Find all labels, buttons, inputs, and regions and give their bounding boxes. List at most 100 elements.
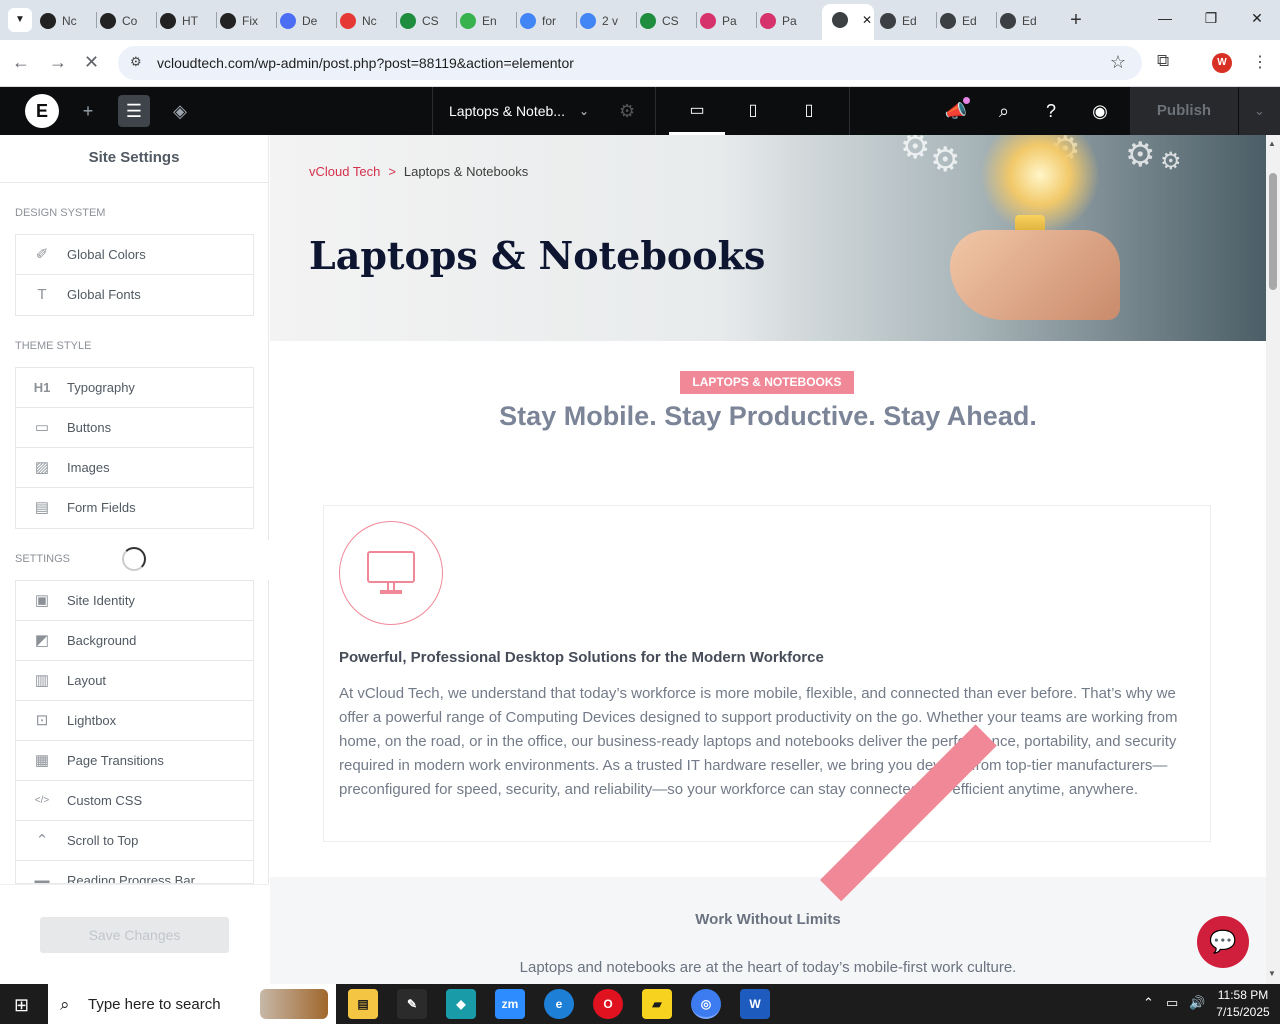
site-info-icon[interactable]: ⚙ <box>130 54 142 70</box>
document-title-dropdown[interactable]: Laptops & Noteb... ⌄ ⚙ <box>432 87 656 135</box>
tab-favicon-icon <box>832 11 848 28</box>
volume-icon[interactable]: 🔊 <box>1189 995 1205 1011</box>
restore-icon[interactable]: ❐ <box>1188 10 1234 27</box>
browser-tab[interactable]: Pa <box>760 8 810 34</box>
browser-tab[interactable]: Fix <box>220 8 270 34</box>
publish-button[interactable]: Publish <box>1130 87 1238 135</box>
bookmark-star-icon[interactable]: ☆ <box>1110 52 1126 73</box>
mobile-view-icon[interactable]: ▯ <box>781 87 837 135</box>
browser-tab[interactable]: CS <box>400 8 450 34</box>
address-bar[interactable]: ⚙ vcloudtech.com/wp-admin/post.php?post=… <box>118 46 1142 80</box>
tab-separator <box>276 12 277 28</box>
url-text[interactable]: vcloudtech.com/wp-admin/post.php?post=88… <box>157 55 574 71</box>
settings-item-site-identity[interactable]: ▣ Site Identity <box>16 581 253 621</box>
stop-loading-icon[interactable]: ✕ <box>84 52 99 73</box>
clock[interactable]: 11:58 PM 7/15/2025 <box>1214 987 1272 1021</box>
browser-tab[interactable]: for <box>520 8 570 34</box>
sticky-notes-icon[interactable]: ▰ <box>642 989 672 1019</box>
settings-item-lightbox[interactable]: ⊡ Lightbox <box>16 701 253 741</box>
browser-tab[interactable]: Nc <box>340 8 390 34</box>
browser-tab[interactable]: Nc <box>40 8 90 34</box>
code-icon: </> <box>34 795 50 806</box>
add-element-icon[interactable]: + <box>68 87 108 135</box>
background-icon: ◩ <box>34 632 50 649</box>
settings-item-page-transitions[interactable]: ▦ Page Transitions <box>16 741 253 781</box>
desktop-view-icon[interactable]: ▭ <box>669 87 725 135</box>
browser-tab[interactable]: De <box>280 8 330 34</box>
chrome-icon[interactable]: ◎ <box>691 989 721 1019</box>
close-tab-icon[interactable]: ✕ <box>862 13 872 27</box>
browser-tab[interactable]: Pa <box>700 8 750 34</box>
notifications-megaphone-icon[interactable]: 📣 <box>936 87 976 135</box>
settings-item-typography[interactable]: H1 Typography <box>16 368 253 408</box>
file-explorer-icon[interactable]: ▤ <box>348 989 378 1019</box>
browser-tab[interactable]: Ed <box>1000 8 1050 34</box>
search-icon[interactable]: ⌕ <box>984 87 1024 135</box>
tab-separator <box>396 12 397 28</box>
browser-tab[interactable]: Ed <box>940 8 990 34</box>
settings-item-form-fields[interactable]: ▤ Form Fields <box>16 488 253 528</box>
tab-label: Nc <box>62 14 77 28</box>
scroll-thumb[interactable] <box>1269 173 1277 290</box>
page-settings-gear-icon[interactable]: ⚙ <box>619 87 635 135</box>
close-window-icon[interactable]: ✕ <box>1234 10 1280 27</box>
browser-tab[interactable]: ✕ <box>822 4 874 40</box>
settings-item-buttons[interactable]: ▭ Buttons <box>16 408 253 448</box>
help-icon[interactable]: ? <box>1031 87 1071 135</box>
save-changes-button[interactable]: Save Changes <box>40 917 229 953</box>
preview-eye-icon[interactable]: ◉ <box>1080 87 1120 135</box>
scroll-up-arrow-icon[interactable]: ▲ <box>1268 139 1276 148</box>
browser-tab[interactable]: 2 v <box>580 8 630 34</box>
zoom-icon[interactable]: zm <box>495 989 525 1019</box>
settings-item-images[interactable]: ▨ Images <box>16 448 253 488</box>
extensions-icon[interactable]: ⧉ <box>1157 51 1169 71</box>
taskbar-search[interactable]: ⌕ Type here to search <box>48 984 336 1024</box>
settings-item-global-fonts[interactable]: T Global Fonts <box>16 275 253 315</box>
forward-icon[interactable]: → <box>49 52 67 73</box>
settings-item-background[interactable]: ◩ Background <box>16 621 253 661</box>
publish-options-chevron-icon[interactable]: ⌄ <box>1239 87 1280 135</box>
browser-tab[interactable]: Ed <box>880 8 930 34</box>
browser-menu-icon[interactable]: ⋮ <box>1252 52 1268 72</box>
new-tab-button[interactable]: + <box>1066 8 1086 32</box>
network-icon[interactable]: ▭ <box>1166 995 1178 1011</box>
paint-icon[interactable]: ✎ <box>397 989 427 1019</box>
browser-tab[interactable]: Co <box>100 8 150 34</box>
site-settings-icon[interactable]: ☰ <box>118 95 150 127</box>
search-highlight-image <box>260 989 328 1019</box>
canvas-scrollbar[interactable]: ▲ ▼ <box>1266 135 1280 984</box>
tablet-view-icon[interactable]: ▯ <box>725 87 781 135</box>
tab-label: Ed <box>1022 14 1037 28</box>
browser-tab[interactable]: CS <box>640 8 690 34</box>
word-icon[interactable]: W <box>740 989 770 1019</box>
windows-start-icon[interactable]: ⊞ <box>14 995 29 1016</box>
structure-layers-icon[interactable]: ◈ <box>160 87 200 135</box>
browser-tab[interactable]: HT <box>160 8 210 34</box>
tab-separator <box>696 12 697 28</box>
breadcrumb-home-link[interactable]: vCloud Tech <box>309 164 380 179</box>
back-icon[interactable]: ← <box>12 52 30 73</box>
settings-item-custom-css[interactable]: </> Custom CSS <box>16 781 253 821</box>
tray-chevron-icon[interactable]: ⌃ <box>1143 995 1154 1011</box>
button-icon: ▭ <box>34 419 50 436</box>
profile-avatar[interactable]: W <box>1212 53 1232 73</box>
minimize-icon[interactable]: — <box>1142 10 1188 26</box>
edge-icon[interactable]: e <box>544 989 574 1019</box>
browser-tab[interactable]: En <box>460 8 510 34</box>
app-icon[interactable]: ◆ <box>446 989 476 1019</box>
breadcrumb-separator: > <box>388 164 396 179</box>
tab-favicon-icon <box>220 12 236 29</box>
settings-item-global-colors[interactable]: ✐ Global Colors <box>16 235 253 275</box>
tagline-heading: Stay Mobile. Stay Productive. Stay Ahead… <box>499 401 1037 431</box>
scroll-down-arrow-icon[interactable]: ▼ <box>1268 969 1276 978</box>
settings-item-layout[interactable]: ▥ Layout <box>16 661 253 701</box>
elementor-logo-icon[interactable]: E <box>25 94 59 128</box>
settings-item-scroll-to-top[interactable]: ⌃ Scroll to Top <box>16 821 253 861</box>
identity-icon: ▣ <box>34 592 50 609</box>
opera-icon[interactable]: O <box>593 989 623 1019</box>
chat-bubble-icon[interactable]: 💬 <box>1197 916 1249 968</box>
settings-item-reading-progress-bar[interactable]: ▬ Reading Progress Bar <box>16 861 253 883</box>
tab-label: CS <box>662 14 679 28</box>
tab-favicon-icon <box>940 12 956 29</box>
tab-search-icon[interactable]: ▼ <box>8 8 32 32</box>
